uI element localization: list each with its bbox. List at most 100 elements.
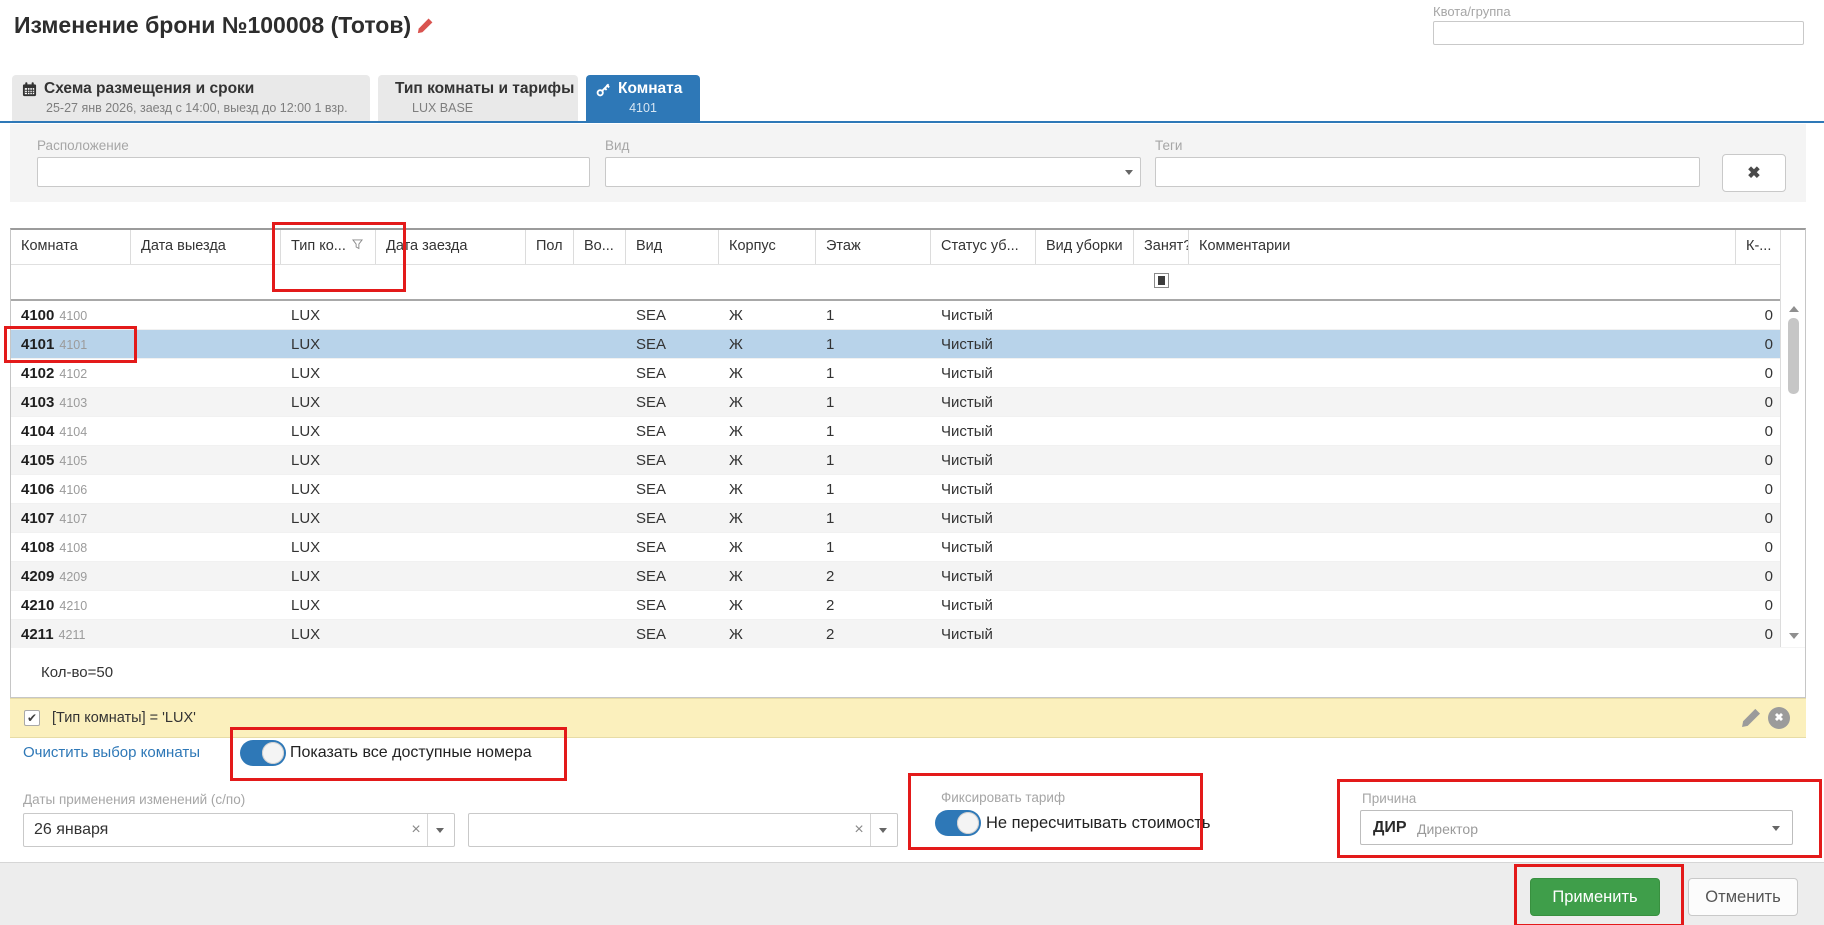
column-header-label: Комната xyxy=(21,238,78,254)
rooms-table: Комната Дата выездаТип ко...Дата заезда По… xyxy=(10,228,1806,648)
clear-filters-button[interactable]: ✖ xyxy=(1722,154,1786,192)
tags-input[interactable] xyxy=(1155,157,1700,187)
show-all-rooms-toggle[interactable] xyxy=(240,740,286,766)
scroll-down-arrow-icon[interactable] xyxy=(1789,633,1799,639)
cell-busy xyxy=(1134,533,1189,561)
date-to-clear-icon[interactable]: × xyxy=(849,821,869,839)
column-header-building[interactable]: Корпус xyxy=(719,230,816,264)
cell-floor: 1 xyxy=(816,359,931,387)
cell-comments xyxy=(1189,533,1736,561)
cell-floor: 1 xyxy=(816,417,931,445)
room-code: 4105 xyxy=(59,454,87,468)
column-header-type[interactable]: Тип ко... xyxy=(281,230,376,264)
scroll-up-arrow-icon[interactable] xyxy=(1789,306,1799,312)
page-title-text: Изменение брони №100008 (Тотов) xyxy=(14,12,411,39)
table-row-4104[interactable]: 41044104LUXSEAЖ1Чистый0 xyxy=(11,417,1805,446)
date-from-picker[interactable]: 26 января × xyxy=(23,813,455,847)
column-header-age[interactable]: Во... xyxy=(574,230,626,264)
checkbox-check-icon: ✔ xyxy=(27,711,37,725)
table-row-4108[interactable]: 41084108LUXSEAЖ1Чистый0 xyxy=(11,533,1805,562)
room-number: 4210 xyxy=(21,597,54,614)
table-row-4101[interactable]: 41014101LUXSEAЖ1Чистый0 xyxy=(11,330,1805,359)
column-header-status[interactable]: Статус уб... xyxy=(931,230,1036,264)
tab-placement-scheme[interactable]: Схема размещения и сроки 25-27 янв 2026,… xyxy=(12,75,370,121)
date-from-clear-icon[interactable]: × xyxy=(406,821,426,839)
date-to-dropdown-button[interactable] xyxy=(870,814,897,846)
vertical-scrollbar[interactable] xyxy=(1780,230,1805,647)
quota-group-input[interactable] xyxy=(1433,21,1804,45)
tab-room-type-rates[interactable]: Тип комнаты и тарифы LUX BASE xyxy=(378,75,578,121)
cell-room: 41024102 xyxy=(11,359,131,387)
cell-cleaning xyxy=(1036,620,1134,648)
column-header-view[interactable]: Вид xyxy=(626,230,719,264)
cell-room: 41054105 xyxy=(11,446,131,474)
column-header-label: Пол xyxy=(536,238,563,254)
column-header-floor[interactable]: Этаж xyxy=(816,230,931,264)
cell-busy xyxy=(1134,446,1189,474)
cell-type: LUX xyxy=(281,591,376,619)
column-header-cleaning[interactable]: Вид уборки xyxy=(1036,230,1134,264)
clear-room-selection-link[interactable]: Очистить выбор комнаты xyxy=(23,744,200,761)
room-number: 4211 xyxy=(21,626,54,643)
table-row-4105[interactable]: 41054105LUXSEAЖ1Чистый0 xyxy=(11,446,1805,475)
table-row-4103[interactable]: 41034103LUXSEAЖ1Чистый0 xyxy=(11,388,1805,417)
cancel-button[interactable]: Отменить xyxy=(1688,878,1798,916)
view-dropdown-arrow-icon[interactable] xyxy=(1125,170,1133,175)
column-header-count[interactable]: К-... xyxy=(1736,230,1781,264)
room-number: 4103 xyxy=(21,394,54,411)
column-header-sex[interactable]: Пол xyxy=(526,230,574,264)
apply-button[interactable]: Применить xyxy=(1530,878,1660,916)
cell-cleaning xyxy=(1036,591,1134,619)
tab-room-active[interactable]: Комната 4101 xyxy=(586,75,700,123)
table-row-4210[interactable]: 42104210LUXSEAЖ2Чистый0 xyxy=(11,591,1805,620)
column-header-busy[interactable]: Занят? xyxy=(1134,230,1189,264)
table-filter-row xyxy=(11,265,1805,301)
table-row-4209[interactable]: 42094209LUXSEAЖ2Чистый0 xyxy=(11,562,1805,591)
table-row-4211[interactable]: 42114211LUXSEAЖ2Чистый0 xyxy=(11,620,1805,649)
toggle-knob xyxy=(957,812,979,834)
cell-count: 0 xyxy=(1736,475,1781,503)
tab-room-type-label: Тип комнаты и тарифы xyxy=(395,80,574,98)
date-to-picker[interactable]: × xyxy=(468,813,898,847)
booking-edit-dialog: Изменение брони №100008 (Тотов) Квота/гр… xyxy=(0,0,1824,925)
cell-view: SEA xyxy=(626,301,719,329)
cell-status: Чистый xyxy=(931,388,1036,416)
checkbox-indeterminate-mark xyxy=(1158,276,1165,285)
location-input[interactable] xyxy=(37,157,590,187)
column-header-comments[interactable]: Комментарии xyxy=(1189,230,1736,264)
cell-checkin xyxy=(376,301,526,329)
room-code: 4104 xyxy=(59,425,87,439)
date-from-dropdown-button[interactable] xyxy=(427,814,454,846)
scrollbar-thumb[interactable] xyxy=(1788,318,1799,394)
room-code: 4107 xyxy=(59,512,87,526)
column-filter-funnel-icon[interactable] xyxy=(352,239,363,250)
rows-count-text: Кол-во=50 xyxy=(41,664,113,681)
cell-sex xyxy=(526,359,574,387)
table-row-4107[interactable]: 41074107LUXSEAЖ1Чистый0 xyxy=(11,504,1805,533)
cell-floor: 1 xyxy=(816,533,931,561)
filter-condition-checkbox[interactable]: ✔ xyxy=(24,710,40,726)
table-row-4100[interactable]: 41004100LUXSEAЖ1Чистый0 xyxy=(11,301,1805,330)
room-code: 4106 xyxy=(59,483,87,497)
cell-cleaning xyxy=(1036,533,1134,561)
reason-select[interactable]: ДИР Директор xyxy=(1360,810,1793,845)
reason-dropdown-arrow-icon xyxy=(1772,826,1780,831)
edit-booking-pencil-icon[interactable] xyxy=(417,17,434,34)
cell-age xyxy=(574,417,626,445)
column-header-checkin[interactable]: Дата заезда xyxy=(376,230,526,264)
remove-filter-icon[interactable]: ✖ xyxy=(1768,707,1790,729)
table-row-4106[interactable]: 41064106LUXSEAЖ1Чистый0 xyxy=(11,475,1805,504)
cell-type: LUX xyxy=(281,533,376,561)
cell-status: Чистый xyxy=(931,446,1036,474)
table-row-4102[interactable]: 41024102LUXSEAЖ1Чистый0 xyxy=(11,359,1805,388)
column-header-label: Корпус xyxy=(729,238,776,254)
edit-filter-pencil-icon[interactable] xyxy=(1741,707,1762,728)
column-header-checkout[interactable]: Дата выезда xyxy=(131,230,281,264)
room-code: 4210 xyxy=(59,599,87,613)
cell-checkout xyxy=(131,446,281,474)
fix-rate-toggle[interactable] xyxy=(935,810,981,836)
view-combobox[interactable] xyxy=(605,157,1141,187)
busy-filter-checkbox[interactable] xyxy=(1154,273,1169,288)
column-header-room[interactable]: Комната xyxy=(11,230,131,264)
room-number: 4209 xyxy=(21,568,54,585)
